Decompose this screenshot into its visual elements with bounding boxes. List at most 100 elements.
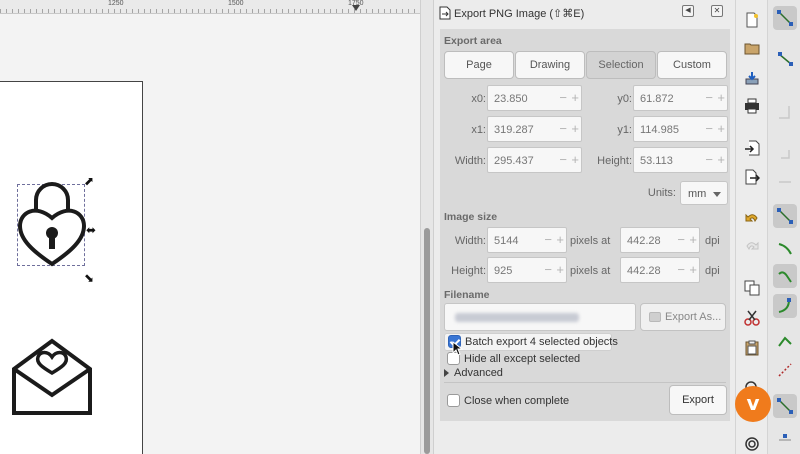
decrement-icon[interactable]: − bbox=[559, 152, 567, 168]
dock-panel-button[interactable]: ◀ bbox=[682, 5, 694, 17]
dpi-spinbox[interactable]: 442.28 − + bbox=[620, 227, 700, 253]
snap-angle-icon[interactable] bbox=[773, 294, 797, 318]
import-arrow-icon[interactable] bbox=[744, 140, 760, 156]
height-spinbox[interactable]: 53.113 − + bbox=[633, 147, 728, 173]
ruler-tick bbox=[198, 9, 199, 13]
ruler-tick bbox=[276, 9, 277, 13]
ruler-tick bbox=[168, 9, 169, 13]
increment-icon[interactable]: + bbox=[717, 121, 725, 137]
filename-heading: Filename bbox=[444, 289, 490, 301]
snap-center-icon[interactable] bbox=[773, 330, 797, 354]
drawing-canvas[interactable]: 1250 1500 1750 ⬈ ⬌ ⬊ bbox=[0, 0, 433, 454]
image-width-spinbox[interactable]: 5144 − + bbox=[487, 227, 567, 253]
increment-icon[interactable]: + bbox=[571, 121, 579, 137]
close-when-complete-checkbox[interactable] bbox=[447, 394, 460, 407]
increment-icon[interactable]: + bbox=[556, 232, 564, 248]
decrement-icon[interactable]: − bbox=[677, 232, 685, 248]
selection-button[interactable]: Selection bbox=[586, 51, 656, 79]
increment-icon[interactable]: + bbox=[556, 262, 564, 278]
filename-input[interactable] bbox=[444, 303, 636, 331]
print-icon[interactable] bbox=[744, 98, 760, 114]
paste-icon[interactable] bbox=[744, 340, 760, 356]
redo-icon[interactable] bbox=[744, 238, 760, 254]
scale-handle-icon[interactable]: ⬈ bbox=[84, 175, 94, 187]
decrement-icon[interactable]: − bbox=[705, 90, 713, 106]
decrement-icon[interactable]: − bbox=[559, 90, 567, 106]
page-button[interactable]: Page bbox=[444, 51, 514, 79]
export-button[interactable]: Export bbox=[669, 385, 727, 415]
vimeo-logo-icon[interactable]: v bbox=[735, 386, 771, 422]
ruler-tick bbox=[144, 9, 145, 13]
decrement-icon[interactable]: − bbox=[677, 262, 685, 278]
increment-icon[interactable]: + bbox=[717, 152, 725, 168]
heart-envelope-icon[interactable] bbox=[10, 337, 94, 417]
ruler-position-marker bbox=[352, 5, 360, 11]
y1-value: 114.985 bbox=[640, 124, 679, 136]
cut-icon[interactable] bbox=[744, 310, 760, 326]
snap-bbox-icon[interactable] bbox=[773, 100, 797, 124]
scrollbar-thumb[interactable] bbox=[424, 228, 430, 454]
heart-padlock-icon[interactable] bbox=[14, 180, 90, 272]
width-spinbox[interactable]: 295.437 − + bbox=[487, 147, 582, 173]
y1-spinbox[interactable]: 114.985 − + bbox=[633, 116, 728, 142]
snap-page-icon[interactable] bbox=[773, 394, 797, 418]
close-dialog-button[interactable]: ✕ bbox=[711, 5, 723, 17]
decrement-icon[interactable]: − bbox=[705, 152, 713, 168]
y0-spinbox[interactable]: 61.872 − + bbox=[633, 85, 728, 111]
export-area-heading: Export area bbox=[444, 35, 502, 47]
increment-icon[interactable]: + bbox=[571, 90, 579, 106]
decrement-icon[interactable]: − bbox=[705, 121, 713, 137]
ruler-tick bbox=[318, 9, 319, 13]
ruler-tick bbox=[84, 9, 85, 13]
export-doc-icon[interactable] bbox=[744, 169, 760, 185]
drawing-button[interactable]: Drawing bbox=[515, 51, 585, 79]
horizontal-ruler: 1250 1500 1750 bbox=[0, 0, 420, 14]
batch-export-row[interactable]: Batch export 4 selected objects bbox=[444, 333, 618, 351]
ruler-tick bbox=[30, 9, 31, 13]
snap-path-icon[interactable] bbox=[773, 204, 797, 228]
open-folder-icon[interactable] bbox=[744, 40, 760, 56]
import-icon[interactable] bbox=[744, 70, 760, 86]
ruler-tick bbox=[78, 9, 79, 13]
ruler-tick bbox=[294, 9, 295, 13]
undo-icon[interactable] bbox=[744, 210, 760, 226]
image-height-spinbox[interactable]: 925 − + bbox=[487, 257, 567, 283]
snap-node-icon[interactable] bbox=[773, 46, 797, 70]
divider bbox=[444, 382, 726, 383]
x0-value: 23.850 bbox=[494, 93, 528, 105]
scale-handle-icon[interactable]: ⬌ bbox=[86, 224, 96, 236]
ruler-label: 1250 bbox=[108, 0, 124, 7]
scale-handle-icon[interactable]: ⬊ bbox=[84, 272, 94, 284]
increment-icon[interactable]: + bbox=[571, 152, 579, 168]
duplicate-icon[interactable] bbox=[744, 280, 760, 296]
new-document-icon[interactable] bbox=[744, 12, 760, 28]
snap-intersect-icon[interactable] bbox=[773, 358, 797, 382]
y0-value: 61.872 bbox=[640, 93, 674, 105]
ruler-tick bbox=[216, 9, 217, 13]
decrement-icon[interactable]: − bbox=[544, 262, 552, 278]
increment-icon[interactable]: + bbox=[689, 262, 697, 278]
dpi-spinbox[interactable]: 442.28 − + bbox=[620, 257, 700, 283]
custom-button[interactable]: Custom bbox=[657, 51, 727, 79]
x0-spinbox[interactable]: 23.850 − + bbox=[487, 85, 582, 111]
x1-spinbox[interactable]: 319.287 − + bbox=[487, 116, 582, 142]
ruler-tick bbox=[114, 9, 115, 13]
increment-icon[interactable]: + bbox=[689, 232, 697, 248]
ruler-tick bbox=[336, 9, 337, 13]
increment-icon[interactable]: + bbox=[717, 90, 725, 106]
snap-curve-icon[interactable] bbox=[773, 236, 797, 260]
zoom-icon-2[interactable] bbox=[744, 436, 760, 452]
vertical-scrollbar[interactable] bbox=[420, 0, 433, 454]
snap-midpoint-icon[interactable] bbox=[773, 166, 797, 190]
decrement-icon[interactable]: − bbox=[544, 232, 552, 248]
snap-smooth-icon[interactable] bbox=[773, 264, 797, 288]
units-dropdown[interactable]: mm bbox=[680, 181, 728, 205]
height-label: Height: bbox=[597, 155, 632, 167]
decrement-icon[interactable]: − bbox=[559, 121, 567, 137]
dialog-header: Export PNG Image (⇧⌘E) ◀ ✕ bbox=[434, 0, 736, 26]
snap-nodes-icon[interactable] bbox=[773, 6, 797, 30]
snap-grid-icon[interactable] bbox=[773, 426, 797, 450]
dialog-body: Export area Page Drawing Selection Custo… bbox=[440, 29, 730, 421]
export-as-button[interactable]: Export As... bbox=[640, 303, 726, 331]
snap-corner-icon[interactable] bbox=[773, 140, 797, 164]
